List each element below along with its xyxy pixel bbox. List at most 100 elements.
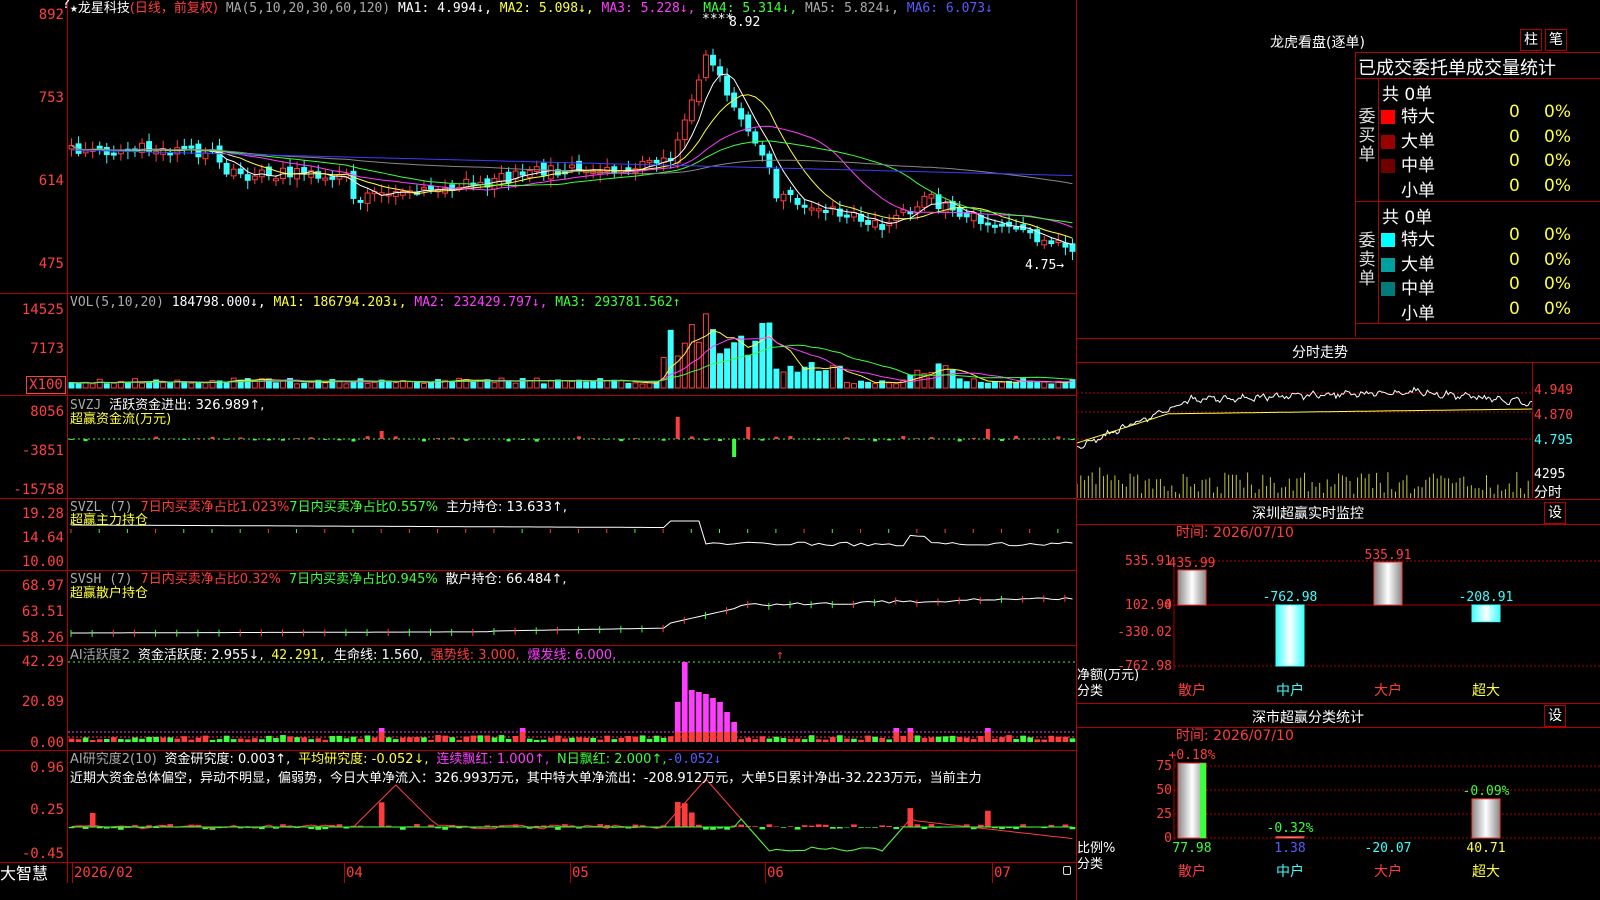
activity-bar xyxy=(308,739,315,742)
volume-bar xyxy=(195,382,202,389)
date-tick xyxy=(765,863,766,883)
svzj-tick: -15758 xyxy=(13,482,64,498)
volume-bar xyxy=(223,381,230,389)
ai-research-f3: 连续飘红: 1.000↑, xyxy=(436,752,550,767)
candle-body xyxy=(237,168,244,175)
candle-body xyxy=(484,178,491,188)
sz-class-settings-button[interactable]: 设 xyxy=(1544,705,1566,727)
activity-bar xyxy=(935,736,942,742)
svsh-header: SVSH (7) 7日内买卖净占比0.32% 7日内买卖净占比0.945% 散户… xyxy=(70,572,567,587)
research-bar xyxy=(681,803,688,827)
color-swatch xyxy=(1381,183,1395,198)
monitor-bar-label: 435.99 xyxy=(1169,556,1216,571)
flow-bar xyxy=(534,439,539,442)
flow-bar xyxy=(633,438,638,439)
activity-bar xyxy=(639,735,646,742)
date-label: 04 xyxy=(346,865,363,881)
candle-body xyxy=(1013,226,1020,230)
vol-ma2: MA2: 232429.797↓, xyxy=(414,295,548,310)
volume-bar xyxy=(336,381,343,389)
activity-bar xyxy=(829,737,836,742)
bar-mode-button[interactable]: 柱 xyxy=(1520,29,1542,51)
vol-unit-tick[interactable]: X100 xyxy=(26,376,66,394)
activity-bar xyxy=(872,736,878,742)
lock-icon[interactable] xyxy=(1063,866,1071,875)
activity-bar xyxy=(357,738,364,742)
volume-bar xyxy=(1069,379,1076,389)
volume-bar xyxy=(766,322,773,389)
volume-bar xyxy=(1020,378,1027,389)
ai-research-f2: 平均研究度: -0.052↓, xyxy=(298,752,429,767)
flow-bar xyxy=(337,439,342,441)
candle-body xyxy=(428,185,434,190)
pen-mode-button[interactable]: 笔 xyxy=(1545,29,1567,51)
volume-bar xyxy=(188,382,195,389)
activity-bar xyxy=(216,739,223,742)
research-bar xyxy=(787,826,794,827)
volume-bar xyxy=(836,365,843,389)
color-swatch xyxy=(1381,233,1395,247)
activity-bar xyxy=(851,738,857,742)
sz-monitor-chart[interactable]: 535.91102.94-330.02-762.980净额(万元)分类435.9… xyxy=(1077,525,1600,703)
monitor-bar-label: -762.98 xyxy=(1263,590,1318,605)
activity-bar xyxy=(364,735,371,742)
flow-bar xyxy=(182,439,187,440)
flow-bar xyxy=(985,429,990,439)
activity-bar xyxy=(660,737,667,742)
class-bar xyxy=(1275,836,1305,839)
monitor-tick: 0 xyxy=(1164,598,1172,613)
volume-bar xyxy=(717,353,723,389)
activity-bar xyxy=(794,738,801,742)
volume-bar xyxy=(96,378,103,389)
candle-body xyxy=(724,75,731,96)
intraday-chart[interactable] xyxy=(1077,363,1532,498)
volume-bar xyxy=(124,381,131,389)
candle-body xyxy=(759,144,766,156)
vol-name: VOL(5,10,20) xyxy=(70,295,164,310)
candle-body xyxy=(230,168,237,177)
volume-bar xyxy=(759,322,766,389)
activity-bar xyxy=(456,739,463,742)
activity-bar xyxy=(519,732,526,742)
sz-class-chart[interactable]: 7550250比例%分类77.98+0.18%散户1.38-0.32%中户-20… xyxy=(1077,728,1600,900)
candle-body xyxy=(801,204,808,208)
activity-bar xyxy=(223,735,230,742)
ai-research-chart[interactable] xyxy=(68,751,1076,862)
divider xyxy=(1077,703,1600,704)
buy-order-row: 特大 0 0% xyxy=(1381,102,1600,127)
candle-body xyxy=(181,145,188,150)
flow-bar xyxy=(844,437,849,439)
corner-logo[interactable]: 大智慧 xyxy=(0,865,48,883)
date-tick xyxy=(570,863,571,883)
flow-bar xyxy=(760,439,765,441)
class-bar xyxy=(1471,798,1501,839)
activity-bar xyxy=(865,735,871,742)
candle-body xyxy=(1069,243,1076,252)
svsh-subtitle: 超赢散户持仓 xyxy=(70,586,149,601)
class-category: 超大 xyxy=(1472,864,1500,880)
sz-monitor-settings-button[interactable]: 设 xyxy=(1544,502,1566,524)
activity-bar xyxy=(978,736,984,742)
period-note[interactable]: (日线，前复权) xyxy=(130,1,218,16)
flow-bar xyxy=(1028,438,1033,439)
candle-body xyxy=(244,174,251,181)
flow-bar xyxy=(661,439,666,441)
research-bar xyxy=(689,812,695,827)
flow-bar xyxy=(450,437,455,439)
ma1-value: MA1: 4.994↓, xyxy=(398,1,492,16)
research-bar xyxy=(872,827,878,828)
volume-bar xyxy=(371,381,378,389)
buy-order-row: 中单 0 0% xyxy=(1381,151,1600,176)
star-icon[interactable]: ★ xyxy=(70,1,78,16)
volume-bar xyxy=(604,380,611,389)
activity-bar xyxy=(618,738,625,742)
ma-params: MA(5,10,20,30,60,120) xyxy=(225,1,391,16)
price-tick: 614 xyxy=(38,173,64,189)
volume-bar xyxy=(251,380,258,389)
order-type-label: 中单 xyxy=(1401,156,1435,176)
candlestick-chart[interactable] xyxy=(68,0,1076,293)
candle-body xyxy=(702,54,709,79)
activity-bar xyxy=(731,732,737,742)
activity-bar xyxy=(787,738,794,742)
activity-bar xyxy=(407,737,413,742)
